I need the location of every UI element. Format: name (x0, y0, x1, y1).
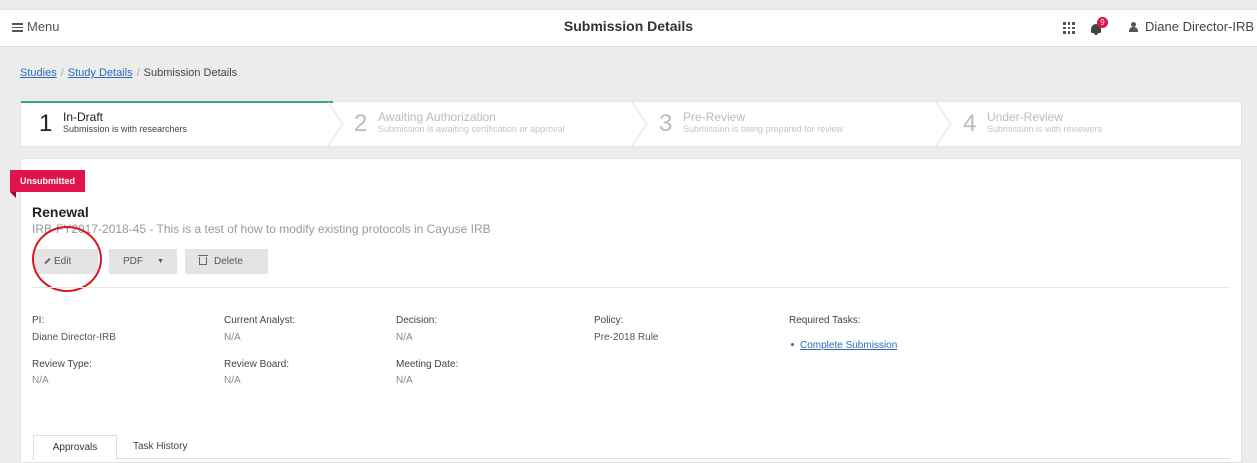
annotation-circle (32, 226, 102, 292)
policy-label: Policy: (594, 315, 624, 326)
pi-value: Diane Director-IRB (32, 332, 116, 343)
user-name: Diane Director-IRB (1145, 19, 1255, 34)
caret-down-icon: ▼ (157, 258, 164, 265)
menu-label: Menu (27, 19, 60, 34)
policy-value: Pre-2018 Rule (594, 332, 659, 343)
step-under-review: 4 Under-Review Submission is with review… (953, 102, 1241, 146)
status-badge: Unsubmitted (10, 170, 85, 192)
tab-bar-line (32, 458, 1230, 459)
top-bar: Menu Submission Details 9 Diane Director… (0, 9, 1257, 47)
breadcrumb: Studies / Study Details / Submission Details (20, 67, 237, 79)
meeting-date-label: Meeting Date: (396, 359, 459, 370)
pdf-label: PDF (123, 256, 143, 267)
step-subtitle: Submission is being prepared for review (683, 124, 844, 134)
apps-grid-icon[interactable] (1063, 22, 1075, 34)
step-chevron-icon (631, 102, 648, 146)
step-number: 4 (963, 110, 977, 137)
review-type-label: Review Type: (32, 359, 92, 370)
step-subtitle: Submission is with researchers (63, 124, 188, 134)
notifications-bell-icon[interactable]: 9 (1089, 17, 1108, 38)
step-number: 1 (39, 110, 53, 137)
notification-count-badge: 9 (1097, 17, 1108, 28)
divider (32, 287, 1230, 288)
pi-label: PI: (32, 315, 45, 326)
bullet-icon (791, 343, 794, 346)
tab-approvals[interactable]: Approvals (33, 435, 117, 460)
status-badge-fold (10, 192, 16, 198)
step-title: Under-Review (987, 110, 1064, 124)
required-tasks-label: Required Tasks: (789, 315, 861, 326)
required-task-label: Complete Submission (800, 340, 898, 351)
submission-description: IRB-FY2017-2018-45 - This is a test of h… (32, 222, 491, 236)
delete-button[interactable]: Delete (185, 249, 268, 274)
step-pre-review: 3 Pre-Review Submission is being prepare… (649, 102, 939, 146)
workflow-steps: 1 In-Draft Submission is with researcher… (20, 101, 1242, 147)
step-awaiting-authorization: 2 Awaiting Authorization Submission is a… (344, 102, 634, 146)
user-menu[interactable]: Diane Director-IRB (1129, 19, 1254, 34)
step-subtitle: Submission is awaiting certification or … (378, 124, 565, 134)
submission-title: Renewal (32, 204, 89, 220)
review-board-value: N/A (224, 375, 241, 386)
step-chevron-icon (935, 102, 952, 146)
current-analyst-value: N/A (224, 332, 241, 343)
trash-icon (198, 255, 208, 265)
delete-label: Delete (214, 256, 243, 267)
step-chevron-icon (327, 102, 344, 146)
tab-task-history[interactable]: Task History (133, 435, 187, 460)
submission-card: Unsubmitted Renewal IRB-FY2017-2018-45 -… (10, 158, 1242, 463)
review-type-value: N/A (32, 375, 49, 386)
required-task-link[interactable]: Complete Submission (791, 340, 897, 351)
breadcrumb-study-details[interactable]: Study Details (68, 67, 133, 79)
step-number: 2 (354, 110, 368, 137)
step-title: Awaiting Authorization (378, 110, 496, 124)
breadcrumb-current: Submission Details (143, 67, 238, 79)
decision-value: N/A (396, 332, 413, 343)
breadcrumb-separator: / (60, 67, 64, 79)
user-icon (1129, 22, 1138, 32)
step-title: In-Draft (63, 110, 104, 124)
decision-label: Decision: (396, 315, 438, 326)
menu-button[interactable]: Menu (12, 19, 60, 34)
review-board-label: Review Board: (224, 359, 290, 370)
step-subtitle: Submission is with reviewers (987, 124, 1103, 134)
step-title: Pre-Review (683, 110, 746, 124)
hamburger-icon (12, 21, 23, 34)
breadcrumb-separator: / (136, 67, 140, 79)
breadcrumb-studies[interactable]: Studies (20, 67, 57, 79)
pdf-dropdown-button[interactable]: PDF ▼ (109, 249, 177, 274)
meeting-date-value: N/A (396, 375, 413, 386)
step-number: 3 (659, 110, 673, 137)
current-analyst-label: Current Analyst: (224, 315, 296, 326)
step-in-draft: 1 In-Draft Submission is with researcher… (21, 102, 333, 146)
